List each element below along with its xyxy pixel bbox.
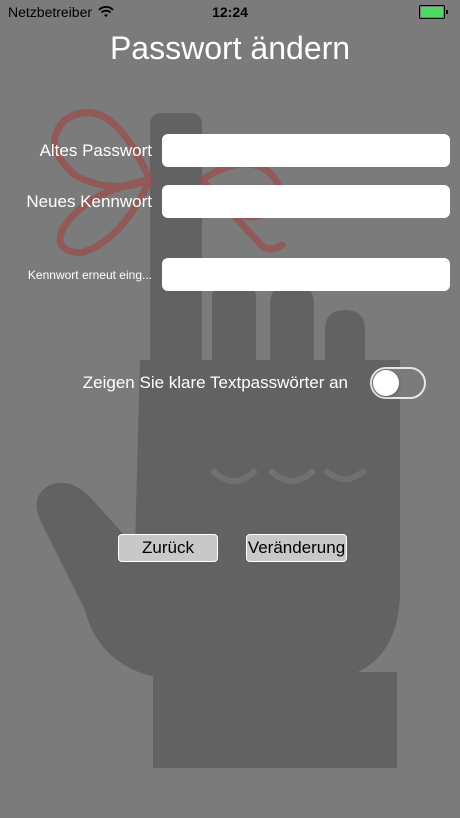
confirm-password-row: Kennwort erneut eing... bbox=[0, 258, 460, 292]
hand-sleeve bbox=[153, 672, 397, 768]
old-password-label: Altes Passwort bbox=[39, 141, 152, 160]
battery-fill bbox=[421, 7, 443, 17]
confirm-password-input[interactable] bbox=[162, 258, 450, 291]
hand-palm bbox=[36, 360, 401, 680]
status-time: 12:24 bbox=[212, 4, 248, 20]
new-password-row: Neues Kennwort bbox=[0, 185, 460, 219]
new-password-input[interactable] bbox=[162, 185, 450, 218]
page-title: Passwort ändern bbox=[109, 30, 351, 66]
old-password-row: Altes Passwort bbox=[0, 134, 460, 168]
status-bar: Netzbetreiber 12:24 bbox=[0, 0, 460, 24]
show-password-label: Zeigen Sie klare Textpasswörter an bbox=[82, 373, 348, 392]
hand-ribbon-illustration bbox=[36, 109, 401, 768]
change-button[interactable]: Veränderung bbox=[246, 534, 347, 562]
battery-icon bbox=[419, 5, 445, 19]
new-password-label: Neues Kennwort bbox=[26, 192, 152, 211]
old-password-input[interactable] bbox=[162, 134, 450, 167]
confirm-password-label: Kennwort erneut eing... bbox=[27, 268, 152, 282]
status-right bbox=[419, 5, 448, 19]
toggle-knob bbox=[373, 370, 399, 396]
battery-tip bbox=[446, 10, 448, 14]
show-password-row: Zeigen Sie klare Textpasswörter an bbox=[0, 366, 460, 400]
show-password-toggle[interactable] bbox=[370, 367, 426, 399]
back-button[interactable]: Zurück bbox=[118, 534, 218, 562]
